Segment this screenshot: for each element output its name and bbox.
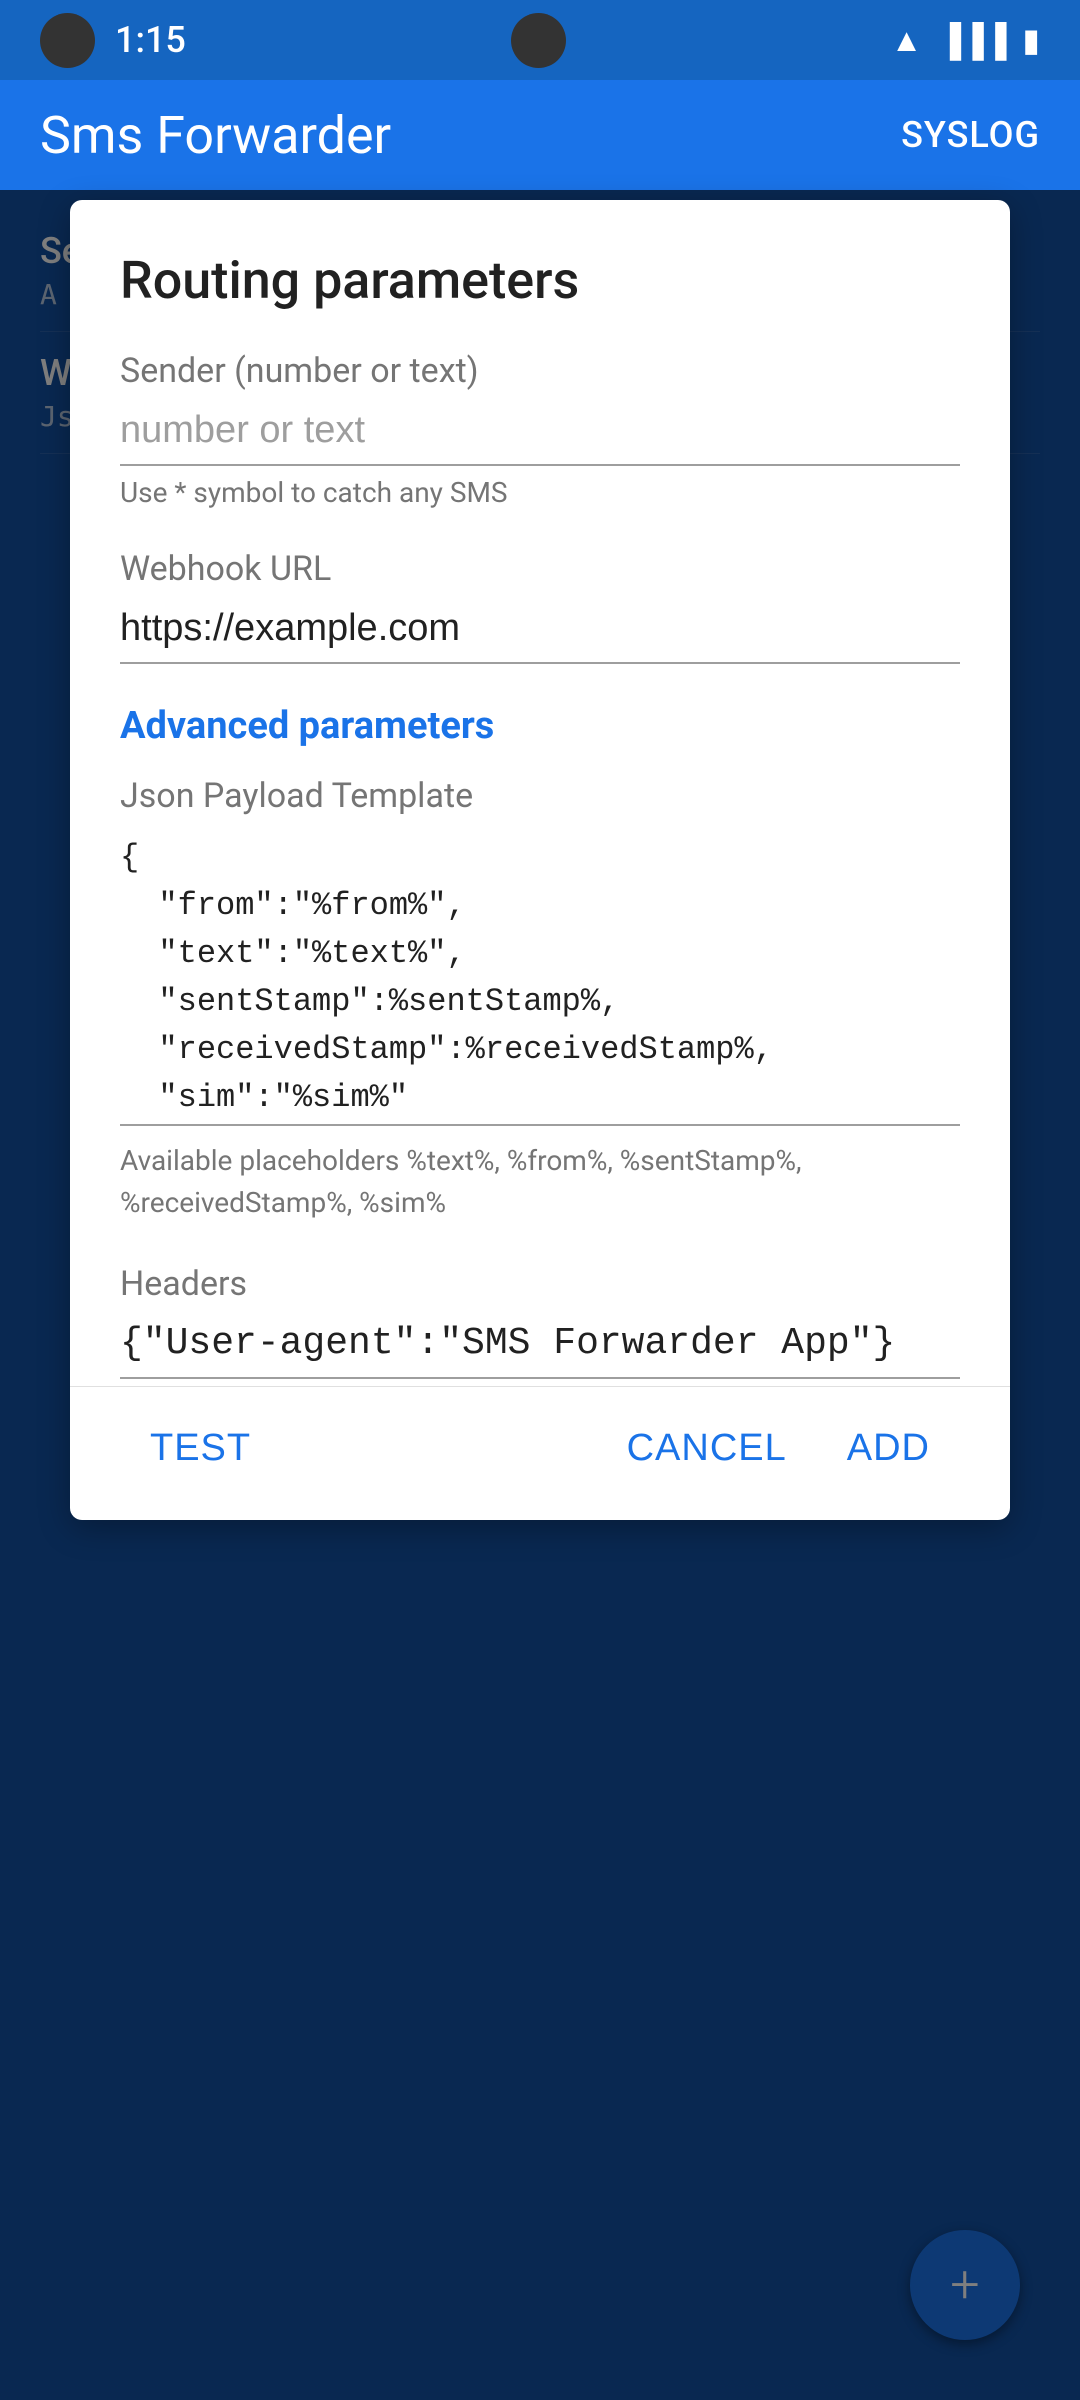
test-button[interactable]: TEST (120, 1407, 281, 1490)
sender-label: Sender (number or text) (120, 351, 960, 391)
wifi-icon: ▲ (891, 21, 923, 59)
webhook-field-group: Webhook URL (120, 549, 960, 664)
advanced-section-title: Advanced parameters (120, 704, 960, 748)
json-payload-input[interactable]: { "from":"%from%", "text":"%text%", "sen… (120, 826, 960, 1126)
app-bar: Sms Forwarder SYSLOG (0, 80, 1080, 190)
battery-icon: ▮ (1022, 21, 1040, 59)
syslog-button[interactable]: SYSLOG (901, 114, 1040, 156)
json-payload-label: Json Payload Template (120, 776, 960, 816)
status-bar-left: 1:15 (40, 13, 186, 68)
sender-hint: Use * symbol to catch any SMS (120, 476, 960, 509)
webhook-input[interactable] (120, 599, 960, 664)
status-time: 1:15 (115, 19, 186, 61)
dialog-overlay: Routing parameters Sender (number or tex… (0, 190, 1080, 2400)
status-center (511, 13, 566, 68)
dialog-actions: TEST CANCEL ADD (70, 1386, 1010, 1520)
app-title: Sms Forwarder (40, 105, 391, 166)
sender-field-group: Sender (number or text) Use * symbol to … (120, 351, 960, 509)
webhook-label: Webhook URL (120, 549, 960, 589)
add-button[interactable]: ADD (817, 1407, 960, 1490)
dialog-scroll-area[interactable]: Routing parameters Sender (number or tex… (70, 200, 1010, 1386)
status-bar: 1:15 ▲ ▐▐▐ ▮ (0, 0, 1080, 80)
dialog-title: Routing parameters (120, 250, 960, 311)
status-dot-left (40, 13, 95, 68)
headers-field-group: Headers (120, 1264, 960, 1379)
status-right: ▲ ▐▐▐ ▮ (891, 21, 1040, 59)
headers-input[interactable] (120, 1314, 960, 1379)
json-payload-field-group: Json Payload Template { "from":"%from%",… (120, 776, 960, 1224)
cancel-button[interactable]: CANCEL (597, 1407, 817, 1490)
sender-input[interactable] (120, 401, 960, 466)
status-dot-center (511, 13, 566, 68)
signal-icon: ▐▐▐ (938, 21, 1006, 59)
routing-dialog: Routing parameters Sender (number or tex… (70, 200, 1010, 1520)
headers-label: Headers (120, 1264, 960, 1304)
json-payload-hint: Available placeholders %text%, %from%, %… (120, 1140, 960, 1224)
